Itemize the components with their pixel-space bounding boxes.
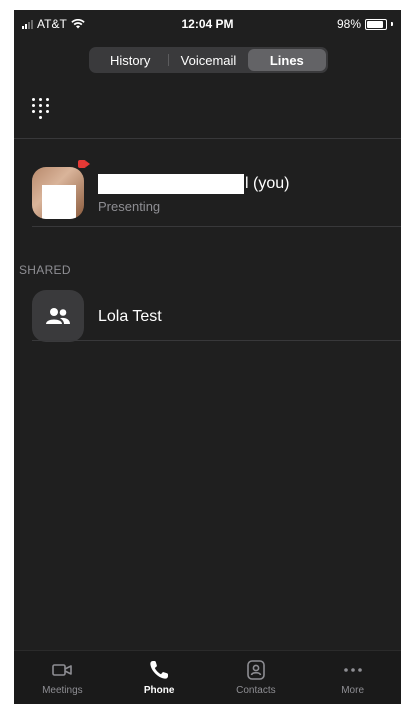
tab-history[interactable]: History <box>91 49 170 71</box>
self-name-suffix: l (you) <box>245 175 290 192</box>
battery-indicator: 98% <box>337 17 393 31</box>
tab-more[interactable]: More <box>304 651 401 704</box>
tab-contacts-label: Contacts <box>236 685 276 696</box>
divider <box>14 138 401 139</box>
battery-icon <box>365 18 387 30</box>
section-label-shared: SHARED <box>19 263 71 277</box>
tab-meetings-label: Meetings <box>42 685 83 696</box>
battery-percent: 98% <box>336 17 361 31</box>
avatar <box>32 167 84 219</box>
tab-phone-label: Phone <box>143 685 175 696</box>
tab-voicemail[interactable]: Voicemail <box>169 49 247 71</box>
shared-line-name: Lola Test <box>98 308 162 325</box>
tab-phone[interactable]: Phone <box>111 651 208 704</box>
self-line-status: Presenting <box>98 199 161 214</box>
tab-contacts[interactable]: Contacts <box>208 651 305 704</box>
tab-more-label: More <box>341 685 365 696</box>
self-line-name: l (you) <box>98 174 289 194</box>
phone-icon <box>150 661 169 679</box>
presenting-badge-icon <box>78 160 90 168</box>
divider <box>32 340 401 341</box>
dialpad-icon[interactable] <box>32 98 50 124</box>
divider <box>32 226 401 227</box>
video-camera-icon <box>52 664 73 676</box>
view-segmented-control: History Voicemail Lines <box>89 47 328 73</box>
status-bar: AT&T 12:04 PM 98% <box>14 10 401 40</box>
more-dots-icon <box>343 668 362 672</box>
group-icon <box>46 308 70 324</box>
shared-line-avatar <box>32 290 84 342</box>
tab-lines[interactable]: Lines <box>247 49 326 71</box>
contacts-icon <box>247 660 265 680</box>
redacted-name-block <box>98 174 244 194</box>
phone-screen: AT&T 12:04 PM 98% History Voicemail Line… <box>14 10 401 704</box>
tab-meetings[interactable]: Meetings <box>14 651 111 704</box>
bottom-tab-bar: Meetings Phone Contacts More <box>14 650 401 704</box>
